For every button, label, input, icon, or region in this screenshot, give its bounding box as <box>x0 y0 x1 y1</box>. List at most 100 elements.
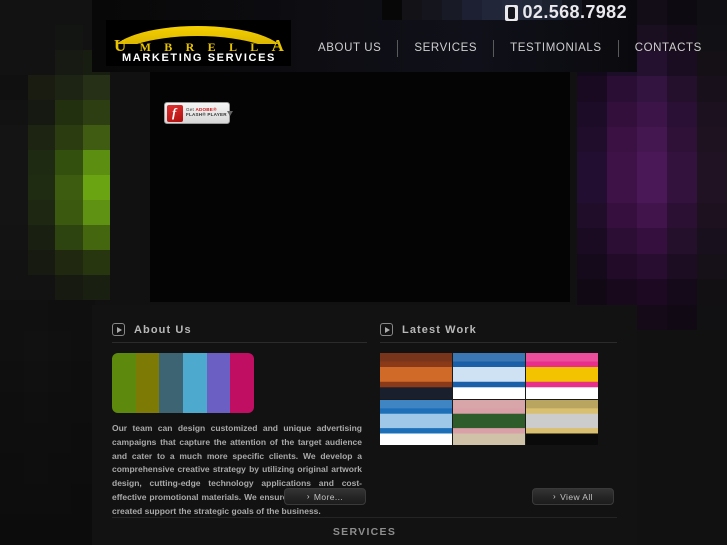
mosaic-cell <box>637 228 667 254</box>
mosaic-cell <box>607 279 637 305</box>
mosaic-cell <box>637 101 667 127</box>
mosaic-cell <box>637 126 667 153</box>
mosaic-cell <box>697 279 727 305</box>
mosaic-cell <box>47 483 72 515</box>
banner-color-stripe <box>159 353 184 413</box>
main-navigation: ABOUT US SERVICES TESTIMONIALS CONTACTS <box>302 36 718 60</box>
nav-item-services[interactable]: SERVICES <box>398 42 493 54</box>
mosaic-cell <box>607 101 637 127</box>
mosaic-cell <box>55 0 83 25</box>
mosaic-cell <box>607 203 637 229</box>
site-header: 02.568.7982 U M B R E L L A MARKETING SE… <box>92 0 701 72</box>
thumbnail-runner-site[interactable] <box>380 353 452 399</box>
mosaic-cell <box>607 126 637 153</box>
mosaic-cell <box>82 200 110 225</box>
thumbnail-city-corporate-site[interactable] <box>380 399 452 445</box>
mosaic-cell <box>0 50 28 75</box>
mosaic-cell <box>667 203 697 229</box>
adobe-flash-icon <box>167 104 183 122</box>
mosaic-cell <box>667 228 697 254</box>
mosaic-cell <box>577 177 607 204</box>
about-us-header: About Us <box>112 317 367 343</box>
mosaic-cell <box>577 203 607 229</box>
mosaic-cell <box>55 250 83 275</box>
services-section-bar[interactable]: SERVICES <box>112 517 617 545</box>
chevron-right-icon: › <box>306 492 310 501</box>
play-icon <box>380 323 393 336</box>
mosaic-cell <box>577 152 607 178</box>
mosaic-cell <box>637 152 667 178</box>
mosaic-cell <box>82 150 110 175</box>
view-all-button[interactable]: › View All <box>532 488 614 505</box>
mosaic-cell <box>0 300 24 331</box>
mosaic-cell <box>23 300 48 331</box>
latest-work-title: Latest Work <box>402 323 477 336</box>
thumbnail-blue-portal-site[interactable] <box>453 353 525 399</box>
nav-item-about-us[interactable]: ABOUT US <box>302 42 397 54</box>
thumbnail-colorful-infographic-site[interactable] <box>526 353 598 399</box>
mosaic-cell <box>697 101 727 127</box>
mosaic-cell <box>0 150 28 175</box>
get-adobe-flash-player-badge[interactable]: Get ADOBE® FLASH® PLAYER <box>164 102 233 124</box>
mosaic-cell <box>0 0 28 25</box>
mosaic-cell <box>47 330 72 362</box>
mosaic-cell <box>607 228 637 254</box>
mosaic-cell <box>47 391 72 423</box>
mosaic-cell <box>667 152 697 178</box>
mosaic-cell <box>0 200 28 225</box>
banner-color-stripe <box>230 353 254 413</box>
download-arrow-icon <box>226 110 233 116</box>
chevron-right-icon: › <box>553 492 557 501</box>
mosaic-cell <box>0 125 28 150</box>
mosaic-cell <box>27 0 55 25</box>
phone-icon <box>504 4 518 21</box>
flash-badge-line2: FLASH® PLAYER <box>186 112 227 117</box>
mosaic-cell <box>697 152 727 178</box>
mosaic-cell <box>55 125 83 150</box>
mosaic-cell <box>27 275 55 300</box>
services-label: SERVICES <box>332 525 397 538</box>
mosaic-cell <box>0 75 28 100</box>
mosaic-cell <box>637 177 667 204</box>
mosaic-cell <box>697 253 727 280</box>
mosaic-cell <box>27 25 55 50</box>
mosaic-cell <box>577 279 607 305</box>
mosaic-cell <box>0 100 28 125</box>
about-us-title: About Us <box>134 323 192 336</box>
more-button-label: More... <box>313 491 344 502</box>
mosaic-cell <box>0 453 24 484</box>
thumbnail-header-bar <box>453 353 525 363</box>
mosaic-cell <box>637 279 667 305</box>
thumbnail-header-bar <box>453 399 525 410</box>
site-logo[interactable]: U M B R E L L A MARKETING SERVICES <box>106 20 291 66</box>
nav-item-testimonials[interactable]: TESTIMONIALS <box>494 42 618 54</box>
mosaic-cell <box>667 177 697 204</box>
mosaic-cell <box>23 514 48 545</box>
nav-item-contacts[interactable]: CONTACTS <box>619 42 718 54</box>
mosaic-cell <box>82 125 110 150</box>
mosaic-cell <box>47 514 72 545</box>
mosaic-cell <box>27 150 55 175</box>
mosaic-cell <box>697 304 727 330</box>
more-button[interactable]: › More... <box>284 488 366 505</box>
mosaic-cell <box>82 175 110 200</box>
mosaic-cell <box>637 253 667 280</box>
mosaic-cell <box>23 391 48 423</box>
view-all-button-label: View All <box>560 491 593 502</box>
phone-number: 02.568.7982 <box>522 2 627 22</box>
banner-color-stripe <box>135 353 160 413</box>
mosaic-cell <box>0 275 28 300</box>
mosaic-cell <box>0 483 24 515</box>
mosaic-cell <box>82 100 110 125</box>
mosaic-cell <box>82 225 110 250</box>
mosaic-cell <box>0 514 24 545</box>
mosaic-cell <box>577 126 607 153</box>
thumbnail-resort-villa-site[interactable] <box>453 399 525 445</box>
thumbnail-jewelry-dark-site[interactable] <box>526 399 598 445</box>
mosaic-cell <box>667 253 697 280</box>
mosaic-cell <box>607 177 637 204</box>
thumbnail-header-bar <box>526 353 598 363</box>
about-color-banner <box>112 353 254 413</box>
mosaic-cell <box>23 361 48 392</box>
mosaic-cell <box>47 361 72 392</box>
